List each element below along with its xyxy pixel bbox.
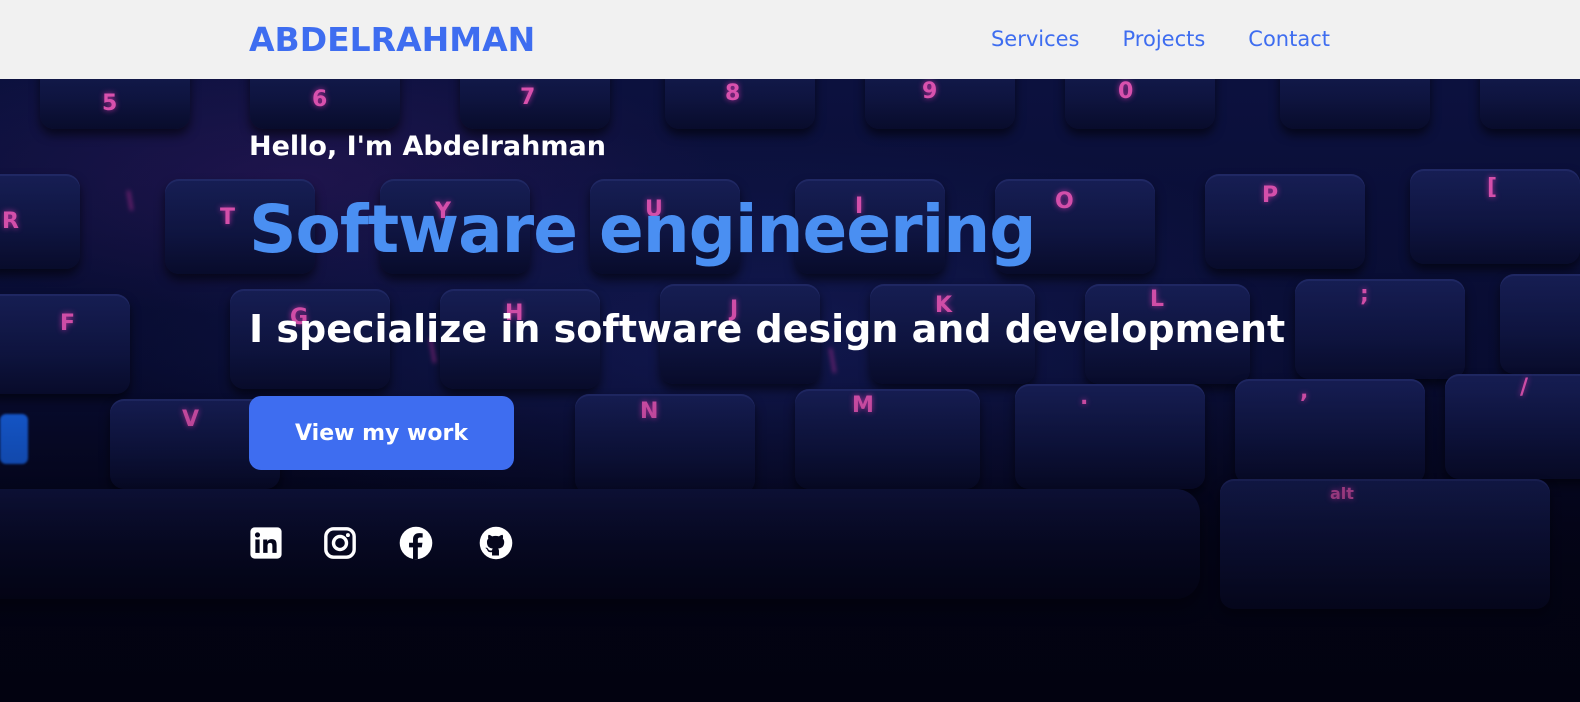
nav-link-services[interactable]: Services <box>991 27 1080 51</box>
hero-background: 5 6 7 8 9 0 R T Y U I O P [ F G H J K L … <box>0 79 1580 702</box>
hero-overlay <box>0 79 1580 702</box>
hero-greeting: Hello, I'm Abdelrahman <box>249 131 606 162</box>
nav-link-projects[interactable]: Projects <box>1123 27 1206 51</box>
linkedin-icon[interactable] <box>249 526 283 560</box>
main-nav: Services Projects Contact <box>991 27 1330 51</box>
facebook-icon[interactable] <box>399 526 433 560</box>
brand-logo[interactable]: ABDELRAHMAN <box>249 20 535 59</box>
hero-tagline: I specialize in software design and deve… <box>249 307 1286 351</box>
site-header: ABDELRAHMAN Services Projects Contact <box>0 0 1580 79</box>
instagram-icon[interactable] <box>323 526 357 560</box>
nav-link-contact[interactable]: Contact <box>1248 27 1330 51</box>
hero-headline: Software engineering <box>249 191 1036 268</box>
view-my-work-button[interactable]: View my work <box>249 396 514 470</box>
github-icon[interactable] <box>479 526 513 560</box>
